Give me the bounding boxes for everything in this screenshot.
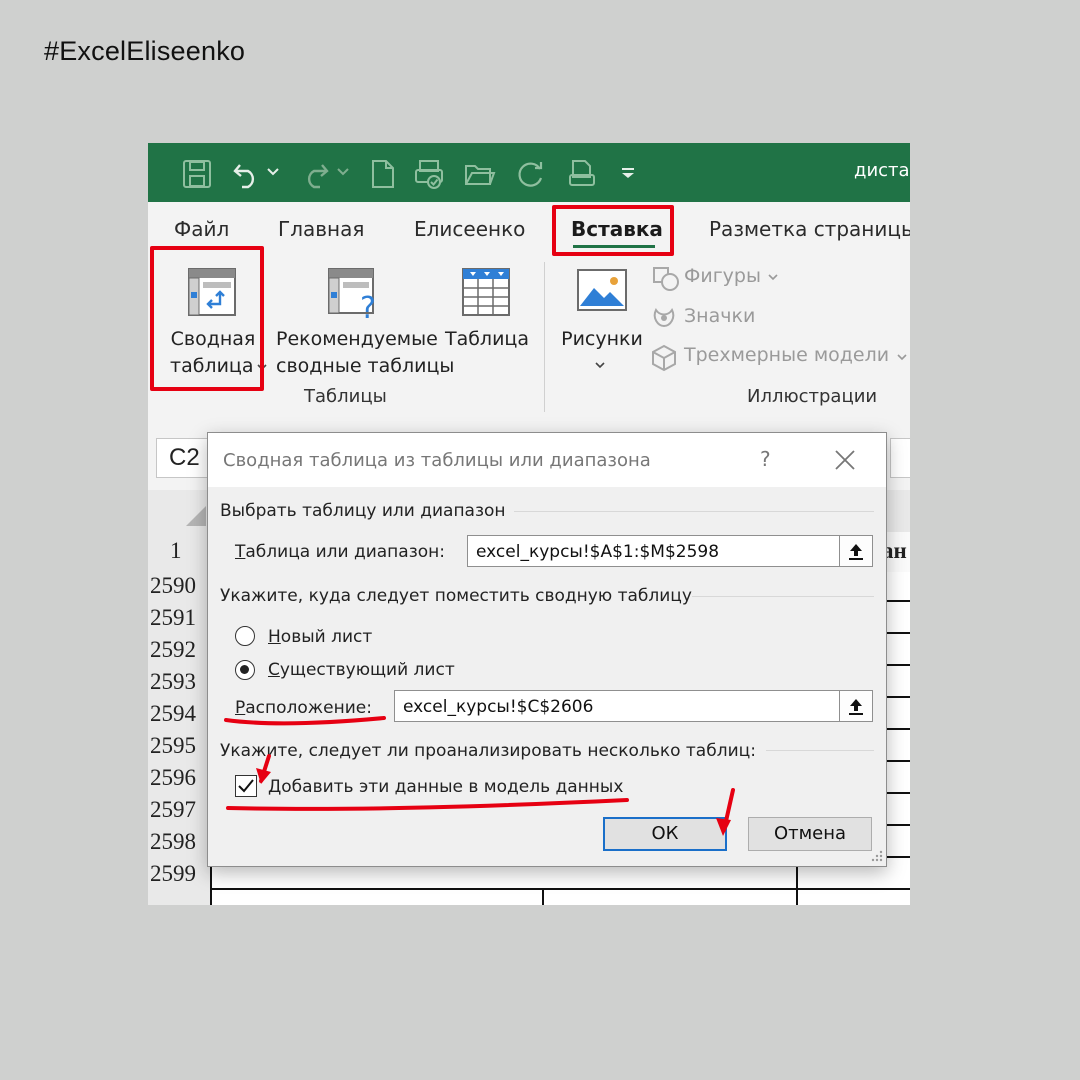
- 3d-models-icon: [652, 344, 676, 372]
- redo-icon[interactable]: [300, 159, 330, 189]
- section-placement: Укажите, куда следует поместить сводную …: [220, 586, 692, 606]
- section-divider: [514, 511, 874, 512]
- dialog-title-bar: Сводная таблица из таблицы или диапазона…: [208, 433, 886, 487]
- existing-sheet-radio[interactable]: [235, 660, 255, 680]
- recommended-pivot-button[interactable]: Рекомендуемые сводные таблицы: [276, 326, 455, 380]
- row-number[interactable]: 2597: [148, 794, 212, 827]
- dialog-title: Сводная таблица из таблицы или диапазона: [223, 450, 651, 471]
- add-to-data-model-checkbox[interactable]: [235, 775, 257, 797]
- row-number[interactable]: 2599: [148, 858, 212, 891]
- highlight-insert-tab: [552, 205, 674, 256]
- new-sheet-radio[interactable]: [235, 626, 255, 646]
- shapes-label: Фигуры: [684, 265, 761, 287]
- undo-icon[interactable]: [232, 159, 262, 189]
- recommended-pivot-icon: ?: [328, 268, 376, 322]
- row-number[interactable]: 2594: [148, 698, 212, 731]
- row-number[interactable]: 2593: [148, 666, 212, 699]
- 3d-models-button[interactable]: Трехмерные модели: [684, 344, 889, 366]
- location-label: Расположение:: [235, 698, 372, 718]
- location-collapse-button[interactable]: [839, 690, 873, 722]
- select-all-corner-icon[interactable]: [184, 504, 208, 528]
- group-illustrations-label: Иллюстрации: [747, 386, 878, 407]
- print-preview-icon[interactable]: [414, 159, 446, 189]
- location-input[interactable]: excel_курсы!$C$2606: [394, 690, 841, 722]
- quick-print-icon[interactable]: [568, 159, 598, 189]
- cancel-button[interactable]: Отмена: [748, 817, 872, 851]
- icons-gallery-icon: [653, 308, 675, 328]
- collapse-arrow-icon: [849, 544, 863, 560]
- new-file-icon[interactable]: [370, 159, 396, 189]
- section-multiple-tables: Укажите, следует ли проанализировать нес…: [220, 741, 756, 761]
- row-number[interactable]: 2592: [148, 634, 212, 667]
- tab-file[interactable]: Файл: [174, 217, 229, 241]
- checkmark-icon: [238, 779, 254, 793]
- save-icon[interactable]: [182, 159, 212, 189]
- formula-input[interactable]: [890, 438, 910, 478]
- recommended-label-line2: сводные таблицы: [276, 355, 455, 377]
- watermark-hashtag: #ExcelEliseenko: [44, 36, 246, 66]
- tab-eliseenko[interactable]: Елисеенко: [414, 217, 525, 241]
- tab-home[interactable]: Главная: [278, 217, 364, 241]
- chevron-down-icon: [768, 274, 778, 281]
- customize-qat-icon[interactable]: [620, 165, 636, 181]
- highlight-pivot-button: [150, 246, 264, 391]
- tab-page-layout[interactable]: Разметка страницы: [709, 217, 910, 241]
- shapes-icon: [653, 267, 679, 291]
- title-bar: диста: [148, 143, 910, 202]
- range-input[interactable]: excel_курсы!$A$1:$M$2598: [467, 535, 841, 567]
- section-divider: [766, 750, 874, 751]
- create-pivot-dialog: Сводная таблица из таблицы или диапазона…: [207, 432, 887, 867]
- row-number[interactable]: 2596: [148, 762, 212, 795]
- row-number[interactable]: 2591: [148, 602, 212, 635]
- existing-sheet-label[interactable]: Существующий лист: [268, 660, 455, 680]
- cell-border: [210, 888, 910, 890]
- row-number[interactable]: 2595: [148, 730, 212, 763]
- refresh-icon[interactable]: [516, 159, 546, 189]
- range-label: Таблица или диапазон:: [235, 542, 445, 562]
- range-collapse-button[interactable]: [839, 535, 873, 567]
- table-button[interactable]: Таблица: [444, 326, 530, 353]
- row-number: [148, 890, 212, 905]
- icons-button[interactable]: Значки: [684, 305, 755, 327]
- redo-dropdown-icon[interactable]: [336, 165, 350, 179]
- pictures-button[interactable]: Рисунки: [556, 326, 648, 353]
- undo-dropdown-icon[interactable]: [266, 165, 280, 179]
- document-title: диста: [854, 160, 910, 181]
- row-number[interactable]: 1: [148, 532, 212, 571]
- group-tables-label: Таблицы: [304, 386, 387, 407]
- row-number[interactable]: 2590: [148, 570, 212, 603]
- new-sheet-label[interactable]: Новый лист: [268, 627, 372, 647]
- chevron-down-icon[interactable]: [594, 360, 606, 370]
- ribbon-separator: [544, 262, 545, 412]
- row-number[interactable]: 2598: [148, 826, 212, 859]
- section-select-range: Выбрать таблицу или диапазон: [220, 501, 506, 521]
- ok-button[interactable]: ОК: [603, 817, 727, 851]
- recommended-label-line1: Рекомендуемые: [276, 328, 438, 350]
- help-button[interactable]: ?: [760, 447, 771, 471]
- table-icon: [462, 268, 510, 316]
- pictures-icon: [577, 269, 627, 311]
- close-icon[interactable]: [826, 443, 864, 477]
- add-to-data-model-label[interactable]: Добавить эти данные в модель данных: [268, 777, 623, 797]
- svg-text:?: ?: [360, 291, 376, 322]
- resize-grip-icon[interactable]: [870, 849, 884, 863]
- chevron-down-icon[interactable]: [896, 352, 908, 362]
- section-divider: [692, 596, 874, 597]
- open-icon[interactable]: [464, 159, 496, 189]
- collapse-arrow-icon: [849, 699, 863, 715]
- cell-border: [542, 890, 544, 905]
- shapes-button[interactable]: Фигуры: [684, 265, 779, 287]
